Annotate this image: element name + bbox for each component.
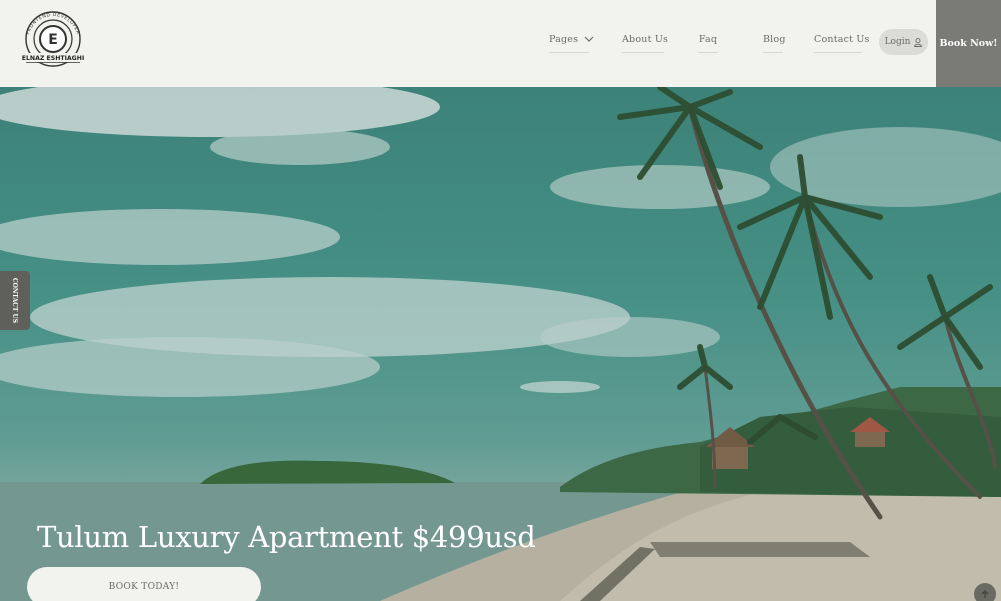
arrow-up-icon — [981, 590, 989, 598]
chevron-down-icon — [585, 36, 594, 42]
contact-tab-label: CONTACT US — [11, 277, 19, 324]
nav-item-blog[interactable]: Blog — [763, 34, 786, 53]
login-button[interactable]: Login — [879, 29, 928, 55]
brand-logo[interactable]: E FRONTEND DEVELOPER ELNAZ ESHTIAGHI — [20, 8, 86, 74]
hero-section: Tulum Luxury Apartment $499usd BOOK TODA… — [0, 87, 1001, 601]
logo-letter: E — [48, 32, 58, 48]
nav-item-label: Faq — [698, 34, 718, 45]
logo-emblem-icon: E FRONTEND DEVELOPER ELNAZ ESHTIAGHI — [22, 11, 85, 67]
site-header: E FRONTEND DEVELOPER ELNAZ ESHTIAGHI Pag… — [0, 0, 1001, 87]
nav-item-pages[interactable]: Pages — [549, 34, 594, 53]
nav-item-contact-us[interactable]: Contact Us — [814, 34, 869, 53]
nav-item-label: Contact Us — [814, 34, 870, 45]
contact-us-tab[interactable]: CONTACT US — [0, 271, 30, 330]
logo-bottom-text: ELNAZ ESHTIAGHI — [22, 55, 85, 62]
book-today-label: BOOK TODAY! — [108, 582, 180, 592]
nav-item-about-us[interactable]: About Us — [622, 34, 668, 53]
nav-item-label: Pages — [549, 34, 579, 45]
nav-item-label: Blog — [763, 34, 786, 45]
login-label: Login — [884, 37, 911, 47]
scroll-to-top-button[interactable] — [974, 583, 996, 601]
user-icon — [914, 37, 923, 47]
book-now-label: Book Now! — [939, 38, 998, 49]
nav-item-label: About Us — [622, 34, 669, 45]
book-now-button[interactable]: Book Now! — [936, 0, 1001, 87]
main-nav: Pages About Us Faq Blog Contact Us — [540, 0, 935, 87]
nav-item-faq[interactable]: Faq — [698, 34, 718, 53]
hero-title: Tulum Luxury Apartment $499usd — [37, 520, 536, 554]
book-today-button[interactable]: BOOK TODAY! — [27, 567, 261, 601]
